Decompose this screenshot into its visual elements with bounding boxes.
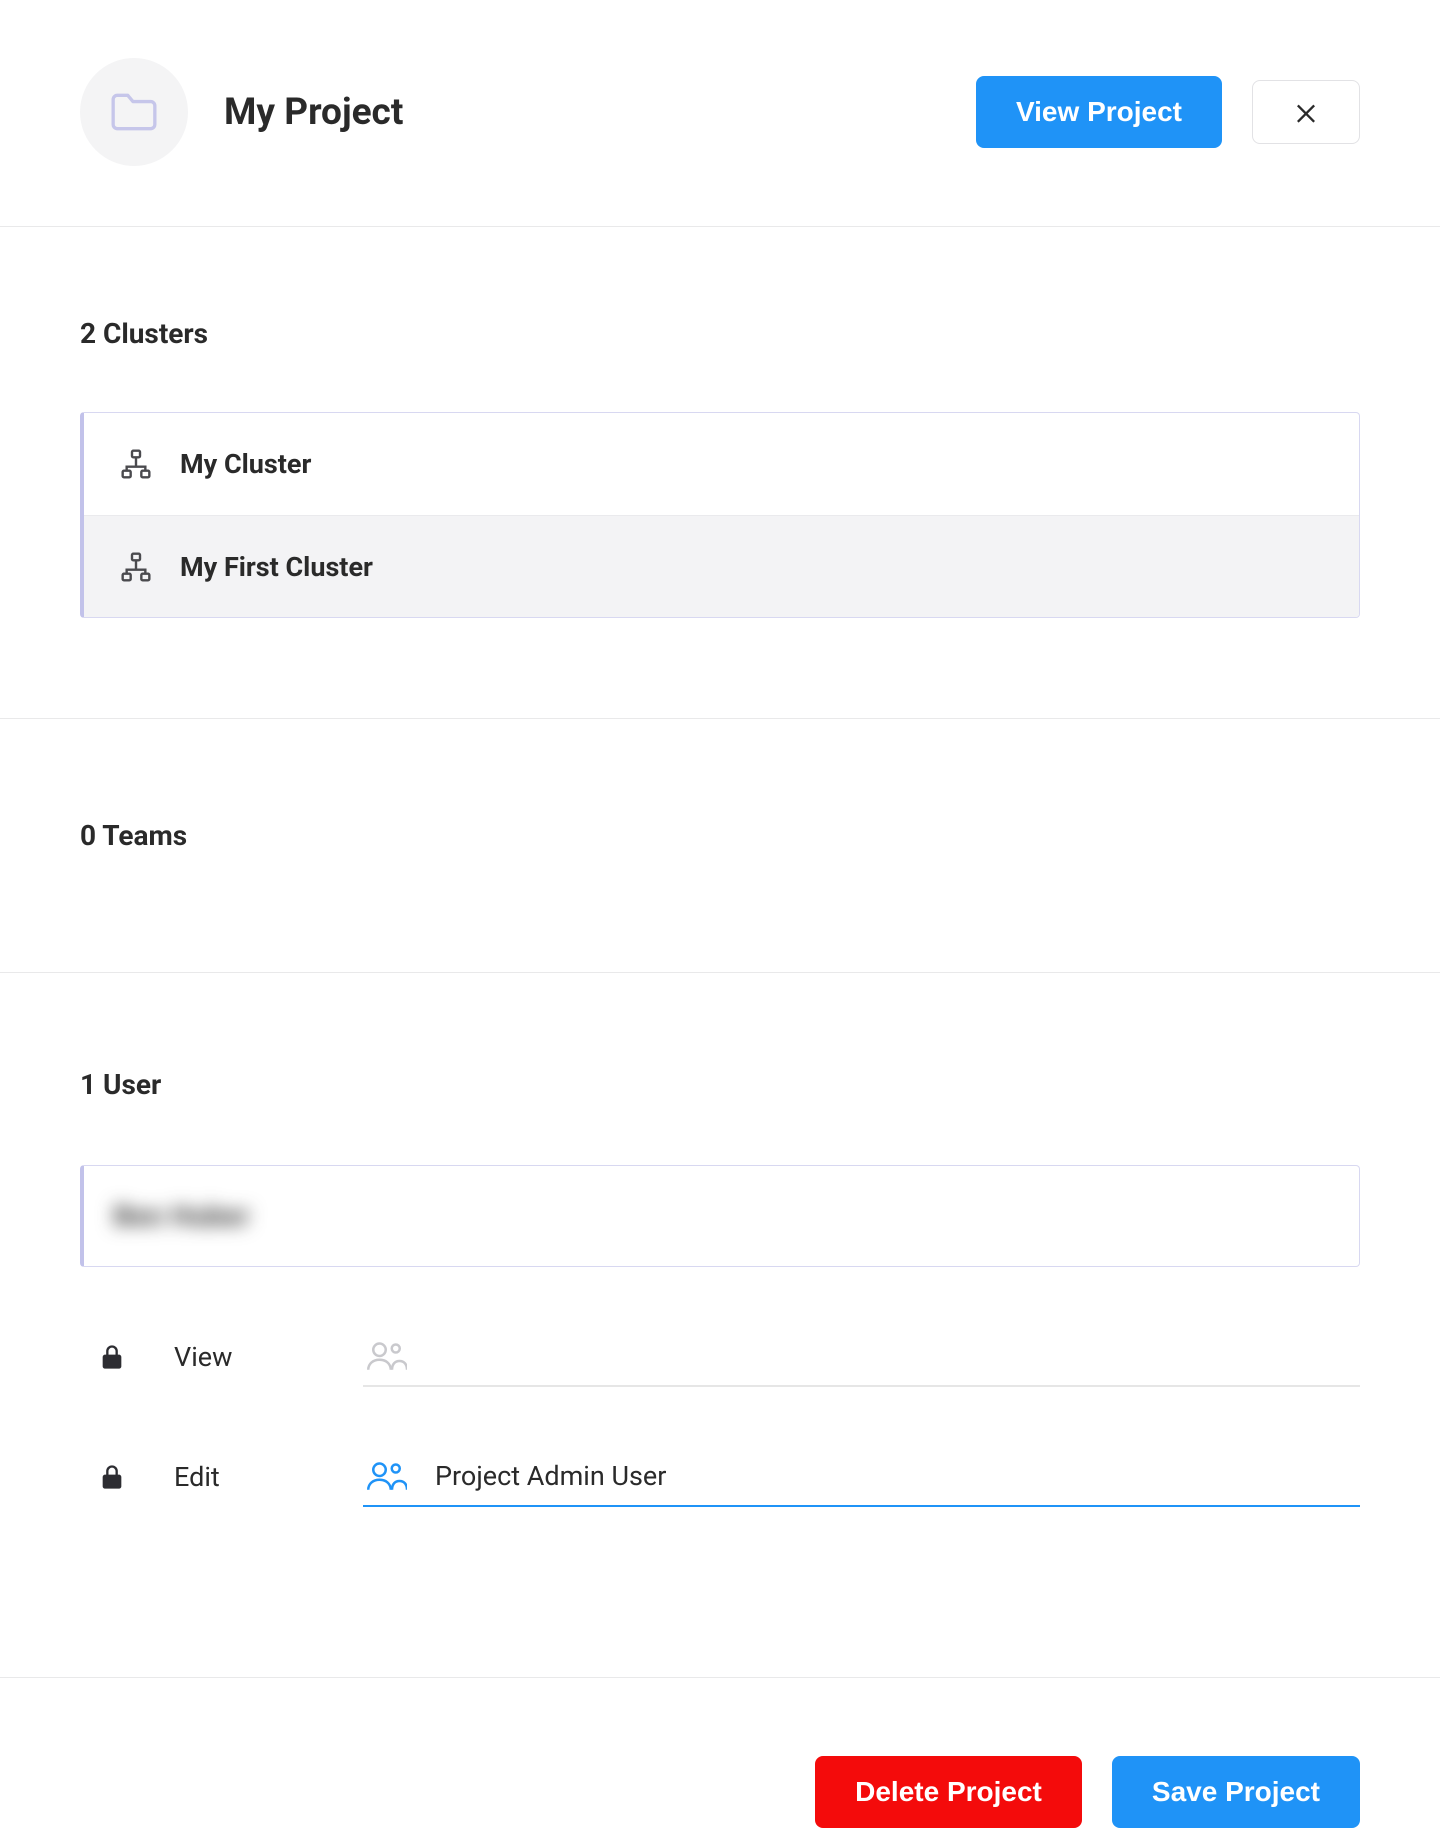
delete-project-button[interactable]: Delete Project	[815, 1756, 1082, 1828]
selected-user-box[interactable]: Ben Huber	[80, 1165, 1360, 1267]
permission-value: Project Admin User	[435, 1460, 666, 1492]
cluster-name: My First Cluster	[180, 551, 373, 583]
cluster-row[interactable]: My Cluster	[84, 413, 1359, 515]
cluster-icon	[120, 448, 152, 480]
save-project-button[interactable]: Save Project	[1112, 1756, 1360, 1828]
teams-heading: 0 Teams	[80, 819, 1360, 852]
permission-name: View	[174, 1341, 232, 1373]
permission-row-edit: Edit Project Admin User	[80, 1447, 1360, 1507]
selected-user-name: Ben Huber	[114, 1200, 251, 1232]
view-project-button[interactable]: View Project	[976, 76, 1222, 148]
lock-icon	[98, 1463, 126, 1491]
panel-header: My Project View Project	[0, 0, 1440, 227]
users-icon	[367, 1461, 407, 1491]
close-button[interactable]	[1252, 80, 1360, 144]
users-section: 1 User Ben Huber View Edit	[0, 973, 1440, 1507]
permission-row-view: View	[80, 1327, 1360, 1387]
edit-permission-input[interactable]: Project Admin User	[363, 1447, 1360, 1507]
cluster-name: My Cluster	[180, 448, 311, 480]
clusters-heading: 2 Clusters	[80, 317, 1360, 350]
project-settings-panel: My Project View Project 2 Clusters My Cl…	[0, 0, 1440, 1828]
users-heading: 1 User	[80, 1068, 1360, 1101]
folder-icon	[109, 91, 159, 133]
users-icon	[367, 1341, 407, 1371]
lock-icon	[98, 1343, 126, 1371]
close-icon	[1292, 98, 1320, 126]
clusters-section: 2 Clusters My Cluster My First Clu	[0, 227, 1440, 719]
permission-name: Edit	[174, 1461, 220, 1493]
project-avatar	[80, 58, 188, 166]
view-permission-input[interactable]	[363, 1327, 1360, 1387]
clusters-list: My Cluster My First Cluster	[80, 412, 1360, 618]
permission-label: Edit	[80, 1461, 298, 1493]
teams-section: 0 Teams	[0, 719, 1440, 973]
cluster-row[interactable]: My First Cluster	[84, 515, 1359, 617]
panel-footer: Delete Project Save Project	[0, 1677, 1440, 1828]
permission-label: View	[80, 1341, 298, 1373]
cluster-icon	[120, 551, 152, 583]
project-title: My Project	[224, 91, 403, 134]
